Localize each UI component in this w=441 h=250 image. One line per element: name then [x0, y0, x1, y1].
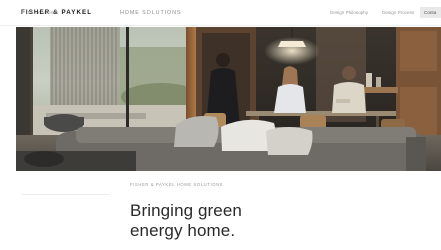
section-eyebrow: FISHER & PAYKEL HOME SOLUTIONS: [130, 182, 224, 187]
page-headline: Bringing green energy home.: [130, 201, 390, 241]
contact-button[interactable]: Conta: [420, 7, 441, 18]
hero-image: [16, 27, 441, 171]
home-solutions-menu[interactable]: HOME SOLUTIONS: [120, 10, 181, 16]
page: FISHER & PAYKEL HOME SOLUTIONS Design Ph…: [0, 0, 441, 250]
nav-link-design-process[interactable]: Design Process: [382, 10, 414, 15]
top-navigation: FISHER & PAYKEL HOME SOLUTIONS Design Ph…: [0, 0, 441, 26]
play-video-button[interactable]: PLAY VIDEO: [21, 10, 59, 15]
play-icon: [21, 10, 24, 14]
hero-photo-illustration: [16, 27, 441, 171]
headline-line-1: Bringing green: [130, 201, 242, 220]
headline-line-2: energy home.: [130, 221, 236, 240]
nav-link-design-philosophy[interactable]: Design Philosophy: [330, 10, 368, 15]
play-video-label: PLAY VIDEO: [28, 10, 59, 15]
divider: [21, 194, 109, 195]
